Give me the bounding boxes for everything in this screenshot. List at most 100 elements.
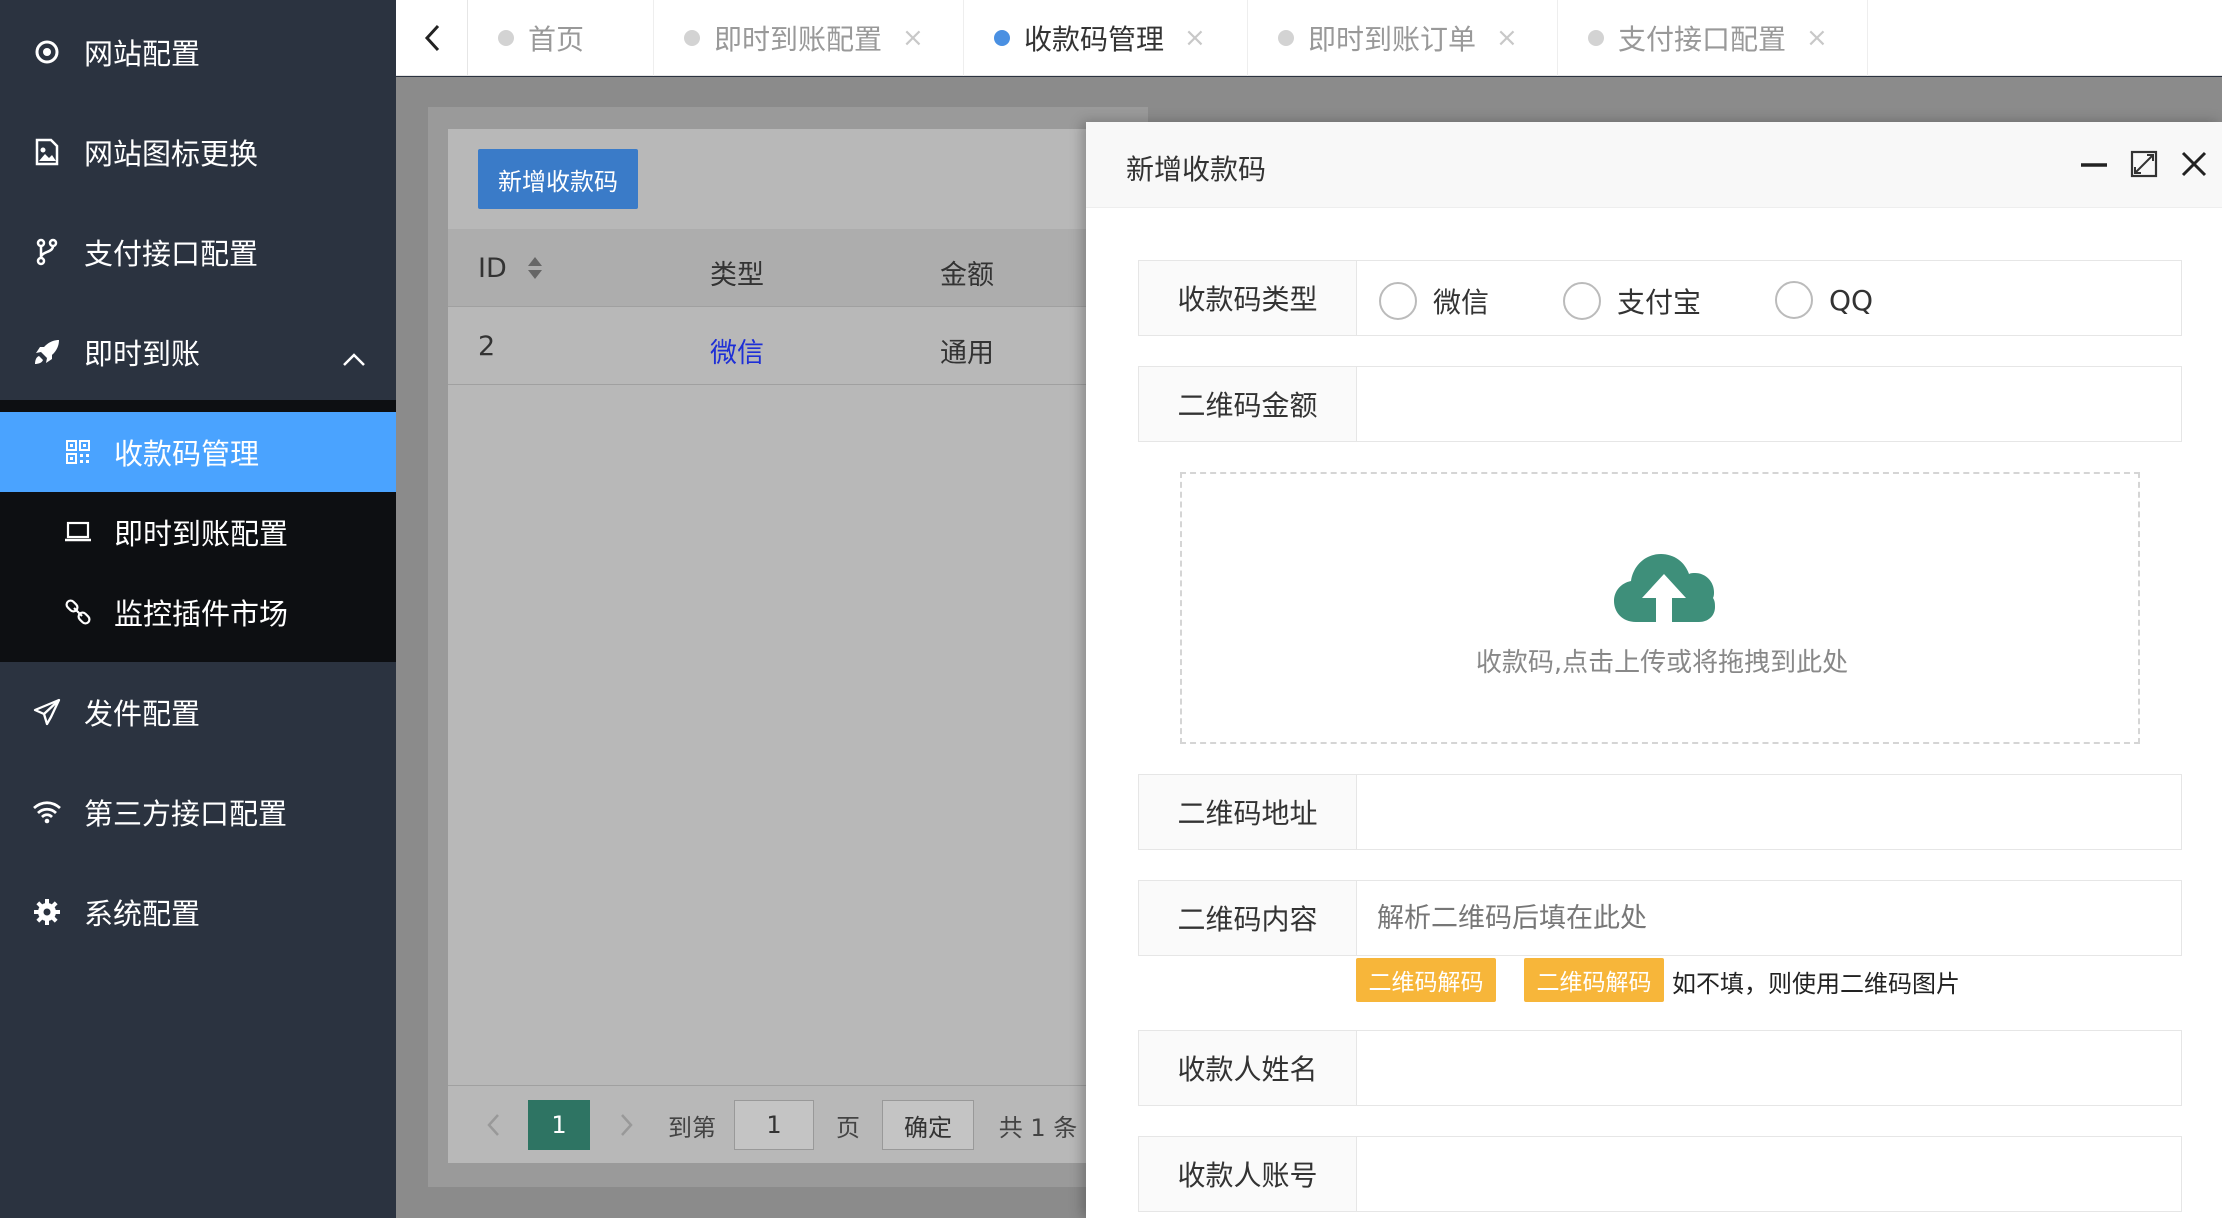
payee-name-input[interactable] — [1357, 1031, 2181, 1105]
modal-header: 新增收款码 — [1086, 122, 2222, 208]
pagination: 1 到第 页 确定 共 1 条 — [448, 1085, 1148, 1163]
qrcode-amount-input[interactable] — [1357, 367, 2181, 441]
radio-circle[interactable] — [1775, 281, 1813, 319]
add-qrcode-modal: 新增收款码 收款码类型 微信 支付宝 QQ 二维码金额 收款码,点击上传或将拖拽… — [1086, 122, 2222, 1218]
tab-instant-config[interactable]: 即时到账配置 × — [654, 0, 964, 76]
sidebar-item-label: 即时到账配置 — [114, 517, 289, 551]
decode-qrcode-button[interactable]: 二维码解码 — [1356, 958, 1496, 1002]
qrcode-url-label: 二维码地址 — [1139, 775, 1357, 849]
radio-circle[interactable] — [1379, 282, 1417, 320]
tab-label: 首页 — [528, 23, 585, 56]
tab-home[interactable]: 首页 — [468, 0, 654, 76]
qrcode-content-label: 二维码内容 — [1139, 881, 1357, 955]
laptop-icon — [64, 518, 92, 546]
sidebar-item-label: 即时到账 — [84, 337, 201, 371]
chevron-up-icon — [342, 340, 366, 374]
sidebar-item-instant-config[interactable]: 即时到账配置 — [0, 492, 396, 572]
payee-name-row: 收款人姓名 — [1138, 1030, 2182, 1106]
qrcode-list-card: 新增收款码 ID 类型 金额 2 微信 通用 1 到第 页 确定 — [448, 129, 1148, 1163]
send-icon — [32, 697, 62, 727]
sidebar-item-instant-payment[interactable]: 即时到账 — [0, 302, 396, 402]
radio-alipay[interactable]: 支付宝 — [1563, 281, 1701, 321]
sidebar-item-system-config[interactable]: 系统配置 — [0, 862, 396, 962]
close-icon[interactable]: × — [1496, 23, 1518, 53]
sidebar-item-label: 发件配置 — [84, 697, 201, 731]
branch-icon — [32, 237, 62, 267]
goto-confirm-button[interactable]: 确定 — [882, 1100, 974, 1150]
target-icon — [32, 37, 62, 67]
close-icon[interactable]: × — [1184, 23, 1206, 53]
payee-account-input[interactable] — [1357, 1137, 2181, 1211]
tab-instant-orders[interactable]: 即时到账订单 × — [1248, 0, 1558, 76]
total-count: 共 1 条 — [998, 1113, 1078, 1142]
tab-dot — [1588, 30, 1604, 46]
image-icon — [32, 137, 62, 167]
radio-circle[interactable] — [1563, 282, 1601, 320]
qrcode-url-input[interactable] — [1357, 775, 2181, 849]
cell-amount: 通用 — [940, 338, 994, 369]
cell-type[interactable]: 微信 — [710, 331, 764, 370]
page-label: 页 — [836, 1113, 860, 1142]
prev-page-icon[interactable] — [478, 1100, 508, 1150]
maximize-icon[interactable] — [2126, 146, 2162, 182]
page-1-button[interactable]: 1 — [528, 1100, 590, 1150]
goto-label: 到第 — [668, 1113, 716, 1142]
sidebar-item-label: 网站配置 — [84, 37, 201, 71]
payee-account-label: 收款人账号 — [1139, 1137, 1357, 1211]
close-icon[interactable]: × — [902, 23, 924, 53]
qrcode-content-input[interactable] — [1357, 881, 2181, 955]
sidebar-item-site-config[interactable]: 网站配置 — [0, 2, 396, 102]
sort-icon[interactable] — [526, 255, 544, 288]
qrcode-url-row: 二维码地址 — [1138, 774, 2182, 850]
sidebar-item-label: 第三方接口配置 — [84, 797, 288, 831]
sidebar-item-site-icon[interactable]: 网站图标更换 — [0, 102, 396, 202]
link-icon — [64, 598, 92, 626]
close-icon[interactable] — [2176, 146, 2212, 182]
tab-label: 即时到账配置 — [714, 23, 883, 56]
sidebar-item-label: 网站图标更换 — [84, 137, 259, 171]
tab-label: 支付接口配置 — [1618, 23, 1787, 56]
column-header-type: 类型 — [710, 260, 764, 291]
table-row[interactable]: 2 微信 通用 — [448, 307, 1148, 385]
column-header-id[interactable]: ID — [478, 253, 507, 284]
sidebar-item-label: 支付接口配置 — [84, 237, 259, 271]
sidebar-item-third-party[interactable]: 第三方接口配置 — [0, 762, 396, 862]
modal-title: 新增收款码 — [1126, 153, 1267, 186]
add-qrcode-button[interactable]: 新增收款码 — [478, 149, 638, 209]
radio-label: 微信 — [1433, 286, 1490, 319]
sidebar-item-label: 收款码管理 — [114, 437, 260, 471]
goto-page-input[interactable] — [734, 1100, 814, 1150]
qrcode-content-row: 二维码内容 — [1138, 880, 2182, 956]
tab-back-button[interactable] — [396, 0, 468, 76]
tab-qrcode-manage[interactable]: 收款码管理 × — [964, 0, 1248, 76]
radio-label: 支付宝 — [1617, 286, 1702, 319]
decode-qrcode-button-2[interactable]: 二维码解码 — [1524, 958, 1664, 1002]
sidebar-item-payment-interface[interactable]: 支付接口配置 — [0, 202, 396, 302]
qrcode-upload-area[interactable]: 收款码,点击上传或将拖拽到此处 — [1180, 472, 2140, 744]
payee-account-row: 收款人账号 — [1138, 1136, 2182, 1212]
tab-label: 即时到账订单 — [1308, 23, 1477, 56]
qrcode-icon — [64, 438, 92, 466]
sidebar-submenu: 收款码管理 即时到账配置 监控插件市场 — [0, 400, 396, 662]
gear-icon — [32, 897, 62, 927]
radio-wechat[interactable]: 微信 — [1379, 281, 1489, 321]
next-page-icon[interactable] — [612, 1100, 642, 1150]
tab-dot — [684, 30, 700, 46]
sidebar-item-plugin-market[interactable]: 监控插件市场 — [0, 572, 396, 652]
sidebar-item-label: 监控插件市场 — [114, 597, 289, 631]
tab-dot — [498, 30, 514, 46]
sidebar: 网站配置 网站图标更换 支付接口配置 即时到账 收款码管理 即时到账配置 监控插… — [0, 0, 396, 1218]
upload-hint: 收款码,点击上传或将拖拽到此处 — [1475, 648, 1849, 678]
radio-qq[interactable]: QQ — [1775, 281, 1873, 319]
sidebar-item-qrcode-manage[interactable]: 收款码管理 — [0, 412, 396, 492]
qrcode-type-row: 收款码类型 微信 支付宝 QQ — [1138, 260, 2182, 336]
tab-bar: 首页 即时到账配置 × 收款码管理 × 即时到账订单 × 支付接口配置 × — [396, 0, 2222, 76]
qrcode-amount-row: 二维码金额 — [1138, 366, 2182, 442]
minimize-icon[interactable] — [2076, 146, 2112, 182]
decode-tip: 如不填，则使用二维码图片 — [1672, 970, 1960, 998]
sidebar-item-mail-config[interactable]: 发件配置 — [0, 662, 396, 762]
tab-payment-interface[interactable]: 支付接口配置 × — [1558, 0, 1868, 76]
cell-id: 2 — [478, 331, 496, 362]
qrcode-amount-label: 二维码金额 — [1139, 367, 1357, 441]
close-icon[interactable]: × — [1806, 23, 1828, 53]
